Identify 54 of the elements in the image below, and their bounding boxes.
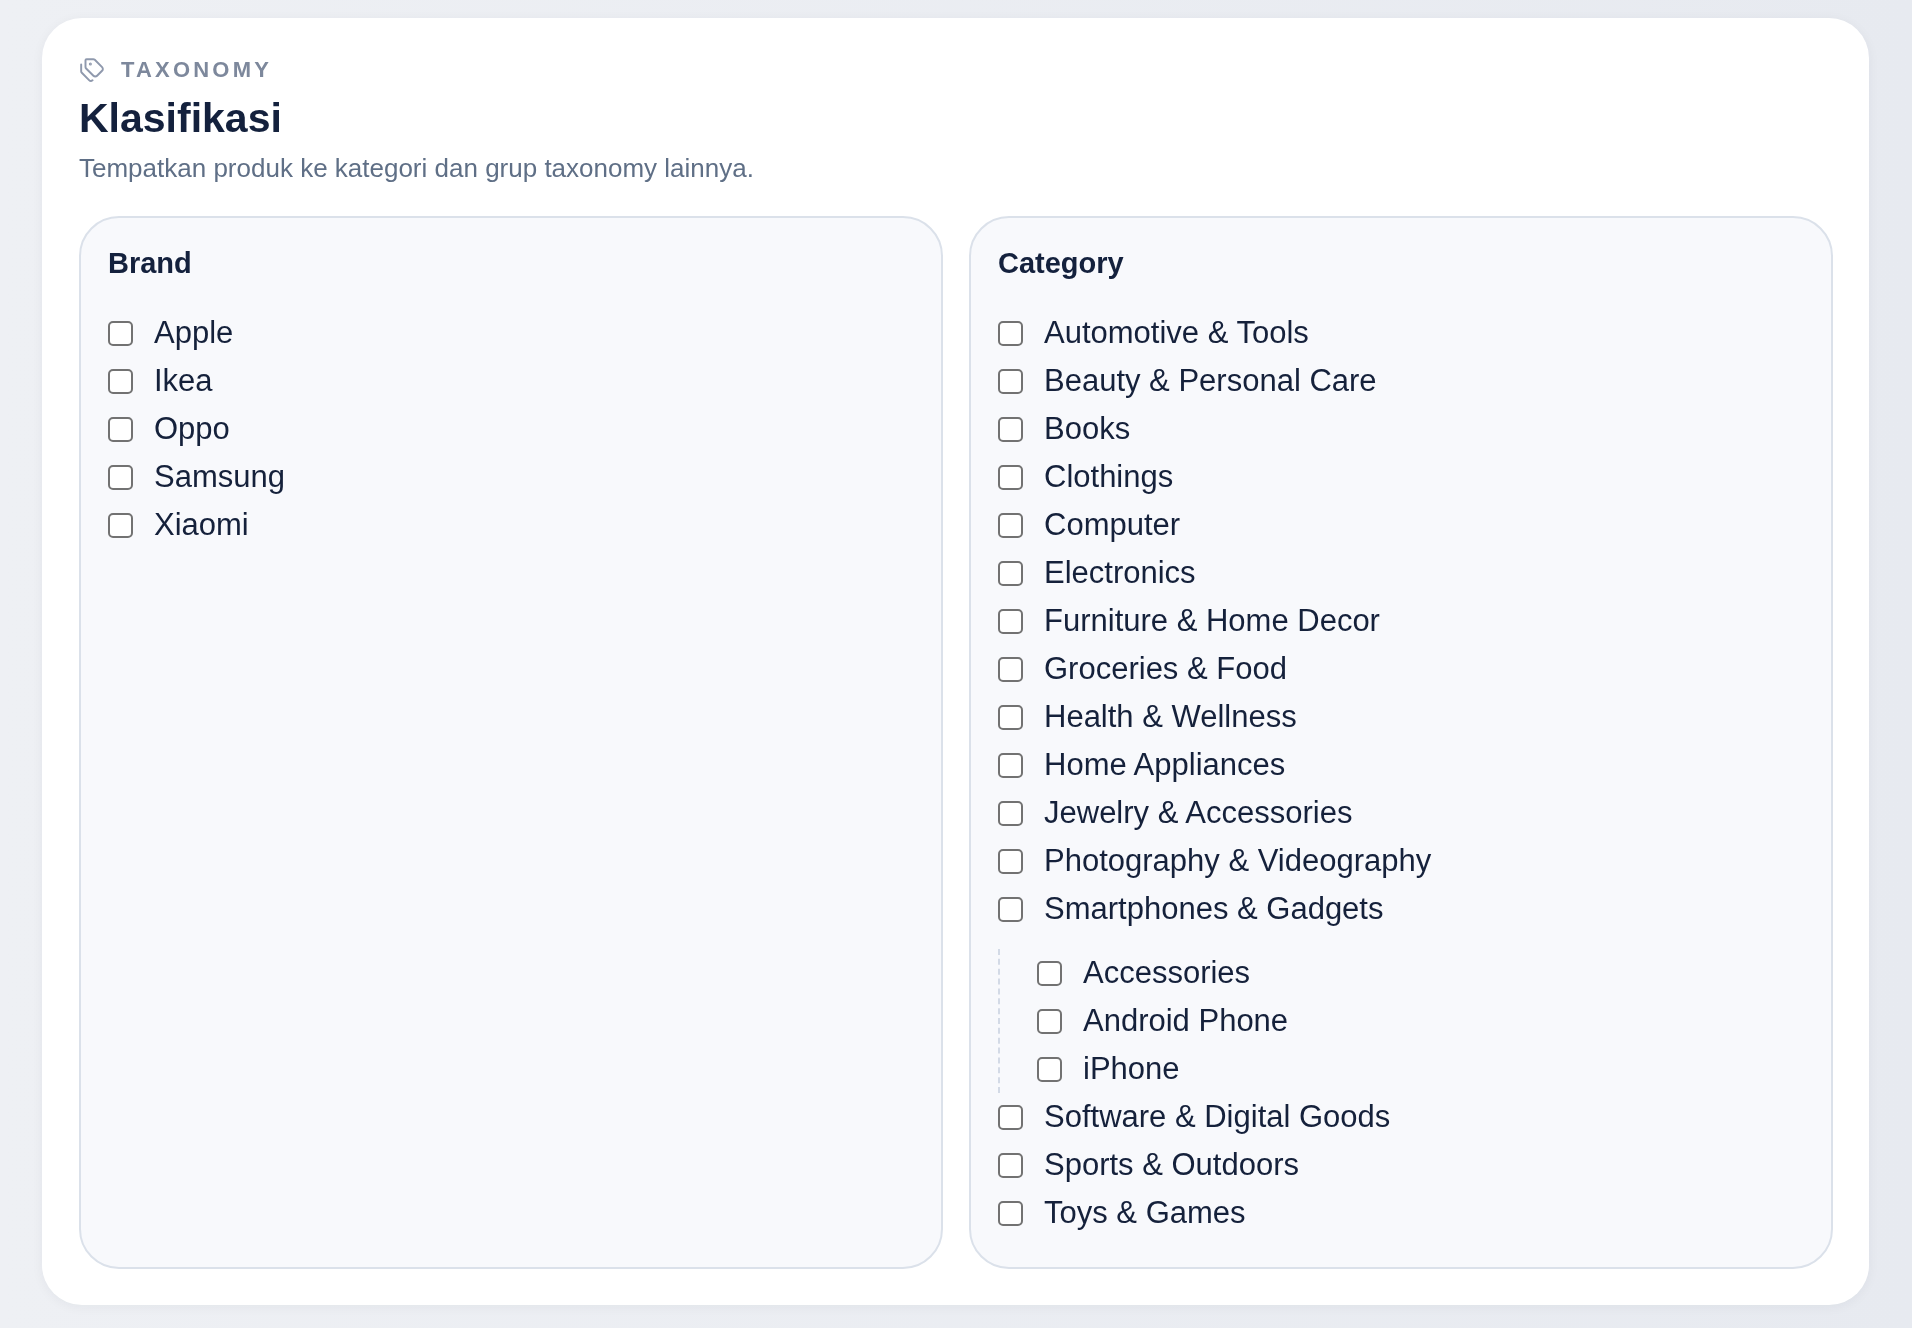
section-subtitle: Tempatkan produk ke kategori dan grup taxonomy lainnya. [79,152,755,184]
checkbox-label[interactable]: Xiaomi [154,501,249,549]
checkbox-label[interactable]: Furniture & Home Decor [1044,597,1380,645]
checkbox[interactable] [998,464,1023,490]
checkbox-label[interactable]: iPhone [1083,1045,1180,1093]
checkbox[interactable] [108,512,133,538]
checkbox[interactable] [998,320,1023,346]
checkbox[interactable] [998,752,1023,778]
checkbox[interactable] [998,608,1023,634]
checkbox[interactable] [1037,960,1062,986]
checkbox-label[interactable]: Smartphones & Gadgets [1044,885,1384,933]
checkbox-label[interactable]: Photography & Videography [1044,837,1432,885]
tags-icon [79,57,105,83]
checkbox[interactable] [108,320,133,346]
checkbox-label[interactable]: Toys & Games [1044,1189,1246,1237]
checkbox-label[interactable]: Groceries & Food [1044,645,1287,693]
panel-title: Category [998,246,1125,280]
checkbox[interactable] [998,704,1023,730]
checkbox-label[interactable]: Books [1044,405,1131,453]
checkbox[interactable] [998,512,1023,538]
checkbox-label[interactable]: Computer [1044,501,1181,549]
checkbox-label[interactable]: Android Phone [1083,997,1289,1045]
checkbox-label[interactable]: Sports & Outdoors [1044,1141,1299,1189]
checkbox-label[interactable]: Oppo [154,405,230,453]
checkbox-label[interactable]: Beauty & Personal Care [1044,357,1377,405]
checkbox[interactable] [998,368,1023,394]
checkbox[interactable] [998,848,1023,874]
checkbox[interactable] [108,464,133,490]
checkbox-label[interactable]: Software & Digital Goods [1044,1093,1391,1141]
checkbox-label[interactable]: Ikea [154,357,213,405]
checkbox-label[interactable]: Accessories [1083,949,1251,997]
checkbox[interactable] [998,1104,1023,1130]
panel-title: Brand [108,246,193,280]
checkbox[interactable] [108,368,133,394]
checkbox[interactable] [998,896,1023,922]
section-eyebrow: TAXONOMY [121,56,273,84]
checkbox-label[interactable]: Samsung [154,453,285,501]
section-title: Klasifikasi [79,94,283,143]
checkbox-label[interactable]: Home Appliances [1044,741,1286,789]
checkbox-label[interactable]: Apple [154,309,234,357]
checkbox[interactable] [108,416,133,442]
checkbox[interactable] [1037,1056,1062,1082]
checkbox[interactable] [998,800,1023,826]
checkbox[interactable] [998,1152,1023,1178]
checkbox-label[interactable]: Clothings [1044,453,1174,501]
checkbox[interactable] [1037,1008,1062,1034]
checkbox-label[interactable]: Automotive & Tools [1044,309,1309,357]
checkbox[interactable] [998,656,1023,682]
checkbox[interactable] [998,1200,1023,1226]
checkbox-label[interactable]: Jewelry & Accessories [1044,789,1353,837]
checkbox[interactable] [998,560,1023,586]
checkbox-label[interactable]: Electronics [1044,549,1196,597]
checkbox[interactable] [998,416,1023,442]
checkbox-label[interactable]: Health & Wellness [1044,693,1297,741]
